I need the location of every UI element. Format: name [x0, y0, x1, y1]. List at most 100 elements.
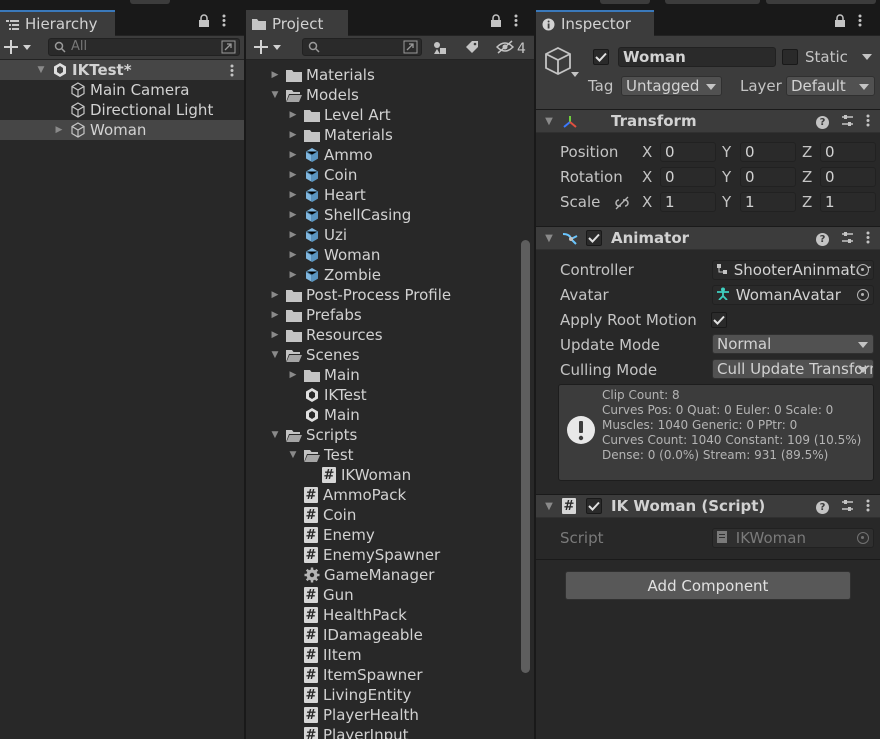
project-item[interactable]: # PlayerInput	[246, 725, 534, 739]
animator-header[interactable]: ▼ Animator ?	[536, 226, 880, 250]
presets-icon[interactable]	[841, 231, 854, 248]
filter-by-label-icon[interactable]	[464, 40, 480, 60]
search-scope-icon[interactable]	[403, 39, 419, 60]
project-item[interactable]: # LivingEntity	[246, 685, 534, 705]
chevron-right-icon[interactable]: ▶	[270, 330, 280, 340]
hierarchy-item-woman[interactable]: ▶ Woman	[0, 120, 244, 140]
static-checkbox[interactable]	[782, 49, 798, 65]
constrain-proportions-icon[interactable]	[614, 196, 630, 214]
hierarchy-item-main-camera[interactable]: Main Camera	[0, 80, 244, 100]
transform-header[interactable]: ▼ Transform ?	[536, 109, 880, 133]
project-item[interactable]: ▶ Prefabs	[246, 305, 534, 325]
chevron-right-icon[interactable]: ▶	[288, 230, 298, 240]
chevron-right-icon[interactable]: ▶	[288, 130, 298, 140]
chevron-right-icon[interactable]: ▶	[288, 210, 298, 220]
project-item[interactable]: ▶ Coin	[246, 165, 534, 185]
presets-icon[interactable]	[841, 114, 854, 131]
project-item[interactable]: ▶ ShellCasing	[246, 205, 534, 225]
project-item[interactable]: ▶ Materials	[246, 65, 534, 85]
project-item[interactable]: ▼ Test	[246, 445, 534, 465]
presets-icon[interactable]	[841, 499, 854, 516]
lock-icon[interactable]	[490, 14, 502, 31]
avatar-field[interactable]: WomanAvatar	[712, 285, 874, 305]
tab-project[interactable]: Project	[246, 10, 348, 36]
kebab-menu-icon[interactable]	[858, 14, 862, 31]
position-y-axis-label[interactable]: Y	[722, 143, 731, 161]
layer-dropdown[interactable]: Default	[786, 76, 875, 96]
kebab-menu-icon[interactable]	[866, 231, 870, 248]
help-icon[interactable]: ?	[816, 233, 829, 246]
scale-y-input[interactable]: 1	[740, 192, 796, 212]
project-scrollbar[interactable]	[521, 240, 530, 673]
chevron-down-icon[interactable]: ▼	[288, 450, 298, 460]
rotation-y-axis-label[interactable]: Y	[722, 168, 731, 186]
rotation-y-input[interactable]: 0	[740, 167, 796, 187]
add-component-button[interactable]: Add Component	[565, 571, 851, 600]
chevron-right-icon[interactable]: ▶	[288, 270, 298, 280]
scale-z-axis-label[interactable]: Z	[802, 193, 812, 211]
project-item[interactable]: # IKWoman	[246, 465, 534, 485]
apply-root-motion-checkbox[interactable]	[711, 312, 727, 328]
lock-icon[interactable]	[198, 14, 210, 31]
animator-enabled-checkbox[interactable]	[586, 230, 602, 246]
rotation-x-input[interactable]: 0	[660, 167, 716, 187]
kebab-menu-icon[interactable]	[866, 499, 870, 516]
chevron-down-icon[interactable]: ▼	[270, 90, 280, 100]
project-item[interactable]: Main	[246, 405, 534, 425]
help-icon[interactable]: ?	[816, 501, 829, 514]
tab-hierarchy[interactable]: Hierarchy	[0, 10, 115, 36]
position-y-input[interactable]: 0	[740, 142, 796, 162]
chevron-right-icon[interactable]: ▶	[270, 290, 280, 300]
kebab-menu-icon[interactable]	[866, 114, 870, 131]
project-item[interactable]: ▶ Resources	[246, 325, 534, 345]
help-icon[interactable]: ?	[816, 116, 829, 129]
chevron-down-icon[interactable]: ▼	[36, 65, 46, 75]
object-name-input[interactable]: Woman	[618, 47, 776, 67]
position-x-input[interactable]: 0	[660, 142, 716, 162]
kebab-menu-icon[interactable]	[514, 14, 518, 31]
project-item[interactable]: # IDamageable	[246, 625, 534, 645]
project-item[interactable]: ▶ Ammo	[246, 145, 534, 165]
script-enabled-checkbox[interactable]	[586, 498, 602, 514]
scene-kebab-icon[interactable]	[230, 63, 234, 81]
lock-icon[interactable]	[834, 14, 846, 31]
chevron-right-icon[interactable]: ▶	[288, 370, 298, 380]
project-item[interactable]: # IItem	[246, 645, 534, 665]
tag-dropdown[interactable]: Untagged	[621, 76, 722, 96]
project-item[interactable]: ▶ Woman	[246, 245, 534, 265]
project-item[interactable]: # Enemy	[246, 525, 534, 545]
chevron-down-icon[interactable]: ▼	[544, 116, 554, 127]
project-item[interactable]: # Coin	[246, 505, 534, 525]
static-dropdown-icon[interactable]	[862, 54, 872, 60]
project-item[interactable]: ▶ Heart	[246, 185, 534, 205]
hierarchy-search-input[interactable]: All	[48, 38, 240, 56]
scene-row[interactable]: ▼ IKTest*	[0, 60, 244, 80]
project-item[interactable]: # EnemySpawner	[246, 545, 534, 565]
update-mode-dropdown[interactable]: Normal	[712, 334, 874, 354]
project-item[interactable]: # HealthPack	[246, 605, 534, 625]
project-item[interactable]: ▶ Materials	[246, 125, 534, 145]
scale-x-axis-label[interactable]: X	[642, 193, 652, 211]
kebab-menu-icon[interactable]	[222, 14, 226, 31]
scale-z-input[interactable]: 1	[820, 192, 876, 212]
project-item[interactable]: ▼ Scenes	[246, 345, 534, 365]
project-item[interactable]: ▶ Main	[246, 365, 534, 385]
scale-x-input[interactable]: 1	[660, 192, 716, 212]
position-x-axis-label[interactable]: X	[642, 143, 652, 161]
project-item[interactable]: # ItemSpawner	[246, 665, 534, 685]
rotation-x-axis-label[interactable]: X	[642, 168, 652, 186]
project-item[interactable]: IKTest	[246, 385, 534, 405]
culling-mode-dropdown[interactable]: Cull Update Transforms	[712, 359, 874, 379]
project-search-input[interactable]	[302, 38, 422, 56]
chevron-right-icon[interactable]: ▶	[54, 125, 64, 135]
project-item[interactable]: # AmmoPack	[246, 485, 534, 505]
position-z-input[interactable]: 0	[820, 142, 876, 162]
chevron-down-icon[interactable]: ▼	[270, 350, 280, 360]
filter-by-type-icon[interactable]	[432, 40, 448, 60]
rotation-z-input[interactable]: 0	[820, 167, 876, 187]
project-item[interactable]: ▶ Level Art	[246, 105, 534, 125]
chevron-right-icon[interactable]: ▶	[288, 190, 298, 200]
project-item[interactable]: # PlayerHealth	[246, 705, 534, 725]
chevron-right-icon[interactable]: ▶	[288, 170, 298, 180]
add-icon[interactable]	[3, 39, 33, 59]
